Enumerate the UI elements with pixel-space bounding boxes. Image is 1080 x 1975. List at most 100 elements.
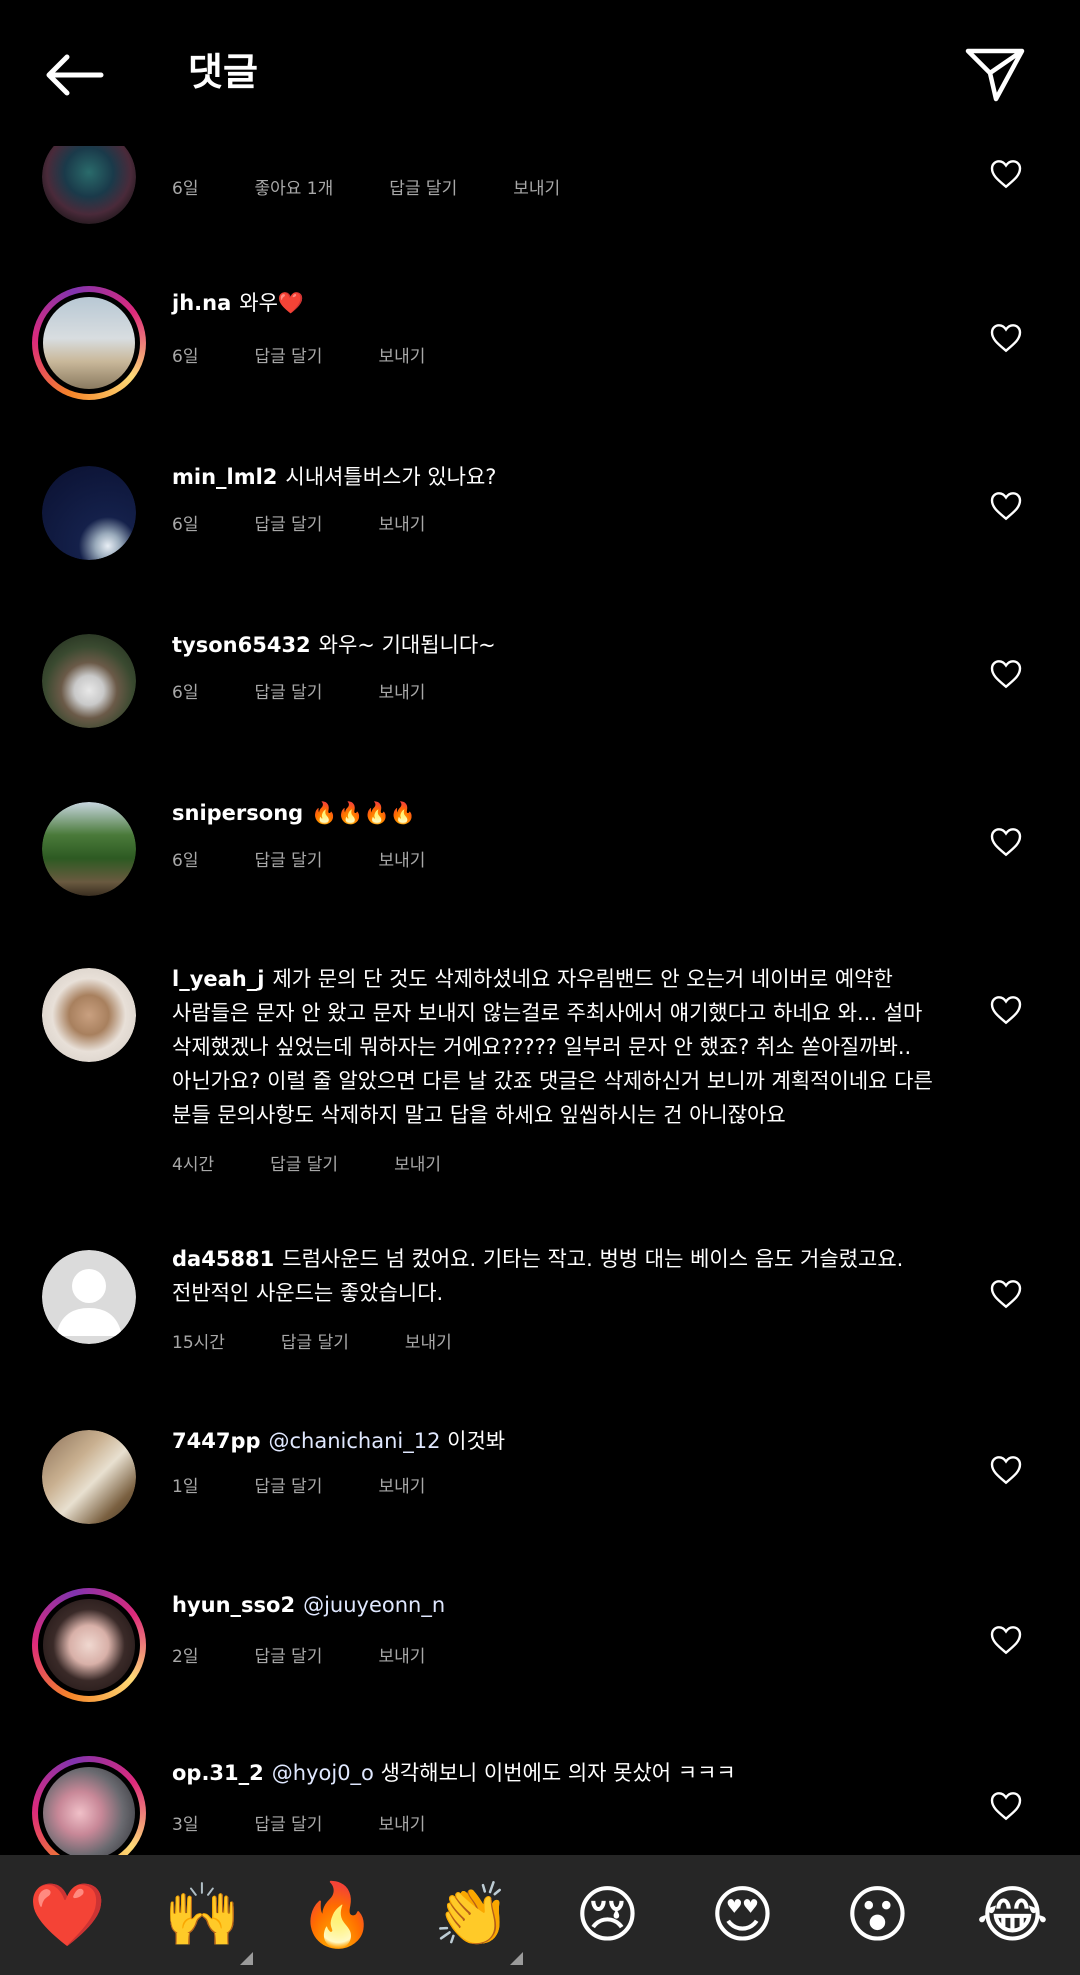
comment-time: 6일 [172, 179, 199, 199]
heart-icon[interactable] [988, 1276, 1024, 1312]
comment-mention[interactable]: @juuyeonn_n [303, 1593, 445, 1617]
comment-username[interactable]: snipersong [172, 801, 303, 825]
reply-button[interactable]: 답글 달기 [254, 342, 322, 367]
heart-icon[interactable] [988, 1788, 1024, 1824]
send-button[interactable]: 보내기 [405, 1328, 452, 1353]
avatar[interactable] [42, 802, 136, 896]
reply-button[interactable]: 답글 달기 [254, 1642, 322, 1667]
page-title: 댓글 [188, 50, 258, 94]
avatar[interactable] [42, 1250, 136, 1344]
send-button[interactable]: 보내기 [378, 846, 425, 871]
send-button[interactable]: 보내기 [378, 510, 425, 535]
comment-username[interactable]: l_yeah_j [172, 967, 264, 991]
paper-plane-icon [965, 48, 1025, 102]
reply-button[interactable]: 답글 달기 [254, 1810, 322, 1835]
comment-time: 6일 [172, 347, 199, 367]
comment-username[interactable]: min_lml2 [172, 465, 277, 489]
avatar[interactable] [42, 1430, 136, 1524]
surprised-face-emoji[interactable]: 😮 [828, 1865, 928, 1965]
heart-icon[interactable] [988, 656, 1024, 692]
avatar[interactable] [32, 1756, 146, 1855]
back-button[interactable] [38, 44, 110, 106]
comment-username[interactable]: op.31_2 [172, 1761, 264, 1785]
comment-username[interactable]: 7447pp [172, 1429, 261, 1453]
send-button[interactable]: 보내기 [378, 1810, 425, 1835]
reply-button[interactable]: 답글 달기 [254, 1472, 322, 1497]
avatar[interactable] [32, 286, 146, 400]
comment-username[interactable]: da45881 [172, 1247, 274, 1271]
emoji-reaction-bar: ❤️ 🙌 🔥 👏 😢 😍 😮 😂 [0, 1855, 1080, 1975]
arrow-left-icon [46, 54, 104, 96]
comment-text: 7447pp @chanichani_12 이것봐 [172, 1424, 942, 1458]
heart-icon[interactable] [988, 992, 1024, 1028]
top-bar: 댓글 [0, 0, 1080, 146]
comment-text: l_yeah_j 제가 문의 단 것도 삭제하셨네요 자우림밴드 안 오는거 네이… [172, 962, 942, 1132]
comments-list[interactable]: 6일 좋아요 1개 답글 달기 보내기 jh.na 와우❤️ 6일 답글 달기 보… [0, 0, 1080, 1855]
comment-username[interactable]: tyson65432 [172, 633, 311, 657]
comment-mention[interactable]: @chanichani_12 [269, 1429, 441, 1453]
send-button[interactable]: 보내기 [513, 174, 560, 199]
comment-body: 드럼사운드 넘 컸어요. 기타는 작고. 벙벙 대는 베이스 음도 거슬렸고요.… [172, 1247, 904, 1305]
send-button[interactable]: 보내기 [378, 678, 425, 703]
comment-time: 6일 [172, 851, 199, 871]
avatar[interactable] [32, 1588, 146, 1702]
comment-username[interactable]: hyun_sso2 [172, 1593, 295, 1617]
comment-meta: 4시간 답글 달기 보내기 [172, 1150, 497, 1175]
heart-icon[interactable] [988, 1452, 1024, 1488]
comment-body: 와우❤️ [239, 291, 305, 315]
comment-text: hyun_sso2 @juuyeonn_n [172, 1588, 942, 1622]
send-button[interactable]: 보내기 [378, 1642, 425, 1667]
clapping-hands-emoji[interactable]: 👏 [423, 1865, 523, 1965]
heart-icon[interactable] [988, 1622, 1024, 1658]
comment-body: 시내셔틀버스가 있나요? [285, 465, 497, 489]
comment-meta: 6일 답글 달기 보내기 [172, 846, 481, 871]
reply-button[interactable]: 답글 달기 [281, 1328, 349, 1353]
comment-body: 와우~ 기대됩니다~ [318, 633, 496, 657]
reply-button[interactable]: 답글 달기 [254, 510, 322, 535]
raising-hands-emoji[interactable]: 🙌 [153, 1865, 253, 1965]
comment-time: 15시간 [172, 1333, 225, 1353]
heart-icon[interactable] [988, 488, 1024, 524]
reply-button[interactable]: 답글 달기 [389, 174, 457, 199]
comment-username[interactable]: jh.na [172, 291, 231, 315]
heart-icon[interactable] [988, 824, 1024, 860]
comment-text: min_lml2 시내셔틀버스가 있나요? [172, 460, 942, 494]
comment-meta: 6일 답글 달기 보내기 [172, 510, 481, 535]
comment-mention[interactable]: @hyoj0_o [272, 1761, 374, 1785]
comment-body: 이것봐 [447, 1429, 506, 1453]
comment-meta: 6일 좋아요 1개 답글 달기 보내기 [172, 174, 616, 199]
heart-emoji[interactable]: ❤️ [18, 1865, 118, 1965]
heart-icon[interactable] [988, 320, 1024, 356]
default-avatar-icon [56, 1269, 122, 1336]
comment-time: 3일 [172, 1815, 199, 1835]
share-button[interactable] [960, 40, 1030, 108]
comment-meta: 3일 답글 달기 보내기 [172, 1810, 481, 1835]
comment-body: 제가 문의 단 것도 삭제하셨네요 자우림밴드 안 오는거 네이버로 예약한 사… [172, 967, 933, 1127]
avatar[interactable] [42, 466, 136, 560]
comment-text: da45881 드럼사운드 넘 컸어요. 기타는 작고. 벙벙 대는 베이스 음도… [172, 1242, 942, 1310]
comment-text: tyson65432 와우~ 기대됩니다~ [172, 628, 942, 662]
comment-time: 4시간 [172, 1155, 215, 1175]
heart-icon[interactable] [988, 156, 1024, 192]
tears-of-joy-emoji[interactable]: 😂 [963, 1865, 1063, 1965]
send-button[interactable]: 보내기 [378, 342, 425, 367]
fire-emoji[interactable]: 🔥 [288, 1865, 388, 1965]
like-count[interactable]: 좋아요 1개 [254, 174, 333, 199]
comment-body: 생각해보니 이번에도 의자 못샀어 ㅋㅋㅋ [380, 1761, 736, 1785]
send-button[interactable]: 보내기 [378, 1472, 425, 1497]
comment-meta: 1일 답글 달기 보내기 [172, 1472, 481, 1497]
comment-time: 6일 [172, 683, 199, 703]
reply-button[interactable]: 답글 달기 [254, 846, 322, 871]
crying-face-emoji[interactable]: 😢 [558, 1865, 658, 1965]
avatar[interactable] [42, 968, 136, 1062]
avatar[interactable] [42, 634, 136, 728]
variants-indicator-icon [239, 1952, 253, 1965]
heart-eyes-emoji[interactable]: 😍 [693, 1865, 793, 1965]
comment-meta: 6일 답글 달기 보내기 [172, 678, 481, 703]
send-button[interactable]: 보내기 [394, 1150, 441, 1175]
comment-meta: 15시간 답글 달기 보내기 [172, 1328, 508, 1353]
comment-meta: 6일 답글 달기 보내기 [172, 342, 481, 367]
reply-button[interactable]: 답글 달기 [254, 678, 322, 703]
reply-button[interactable]: 답글 달기 [270, 1150, 338, 1175]
comment-text: snipersong 🔥🔥🔥🔥 [172, 796, 942, 830]
